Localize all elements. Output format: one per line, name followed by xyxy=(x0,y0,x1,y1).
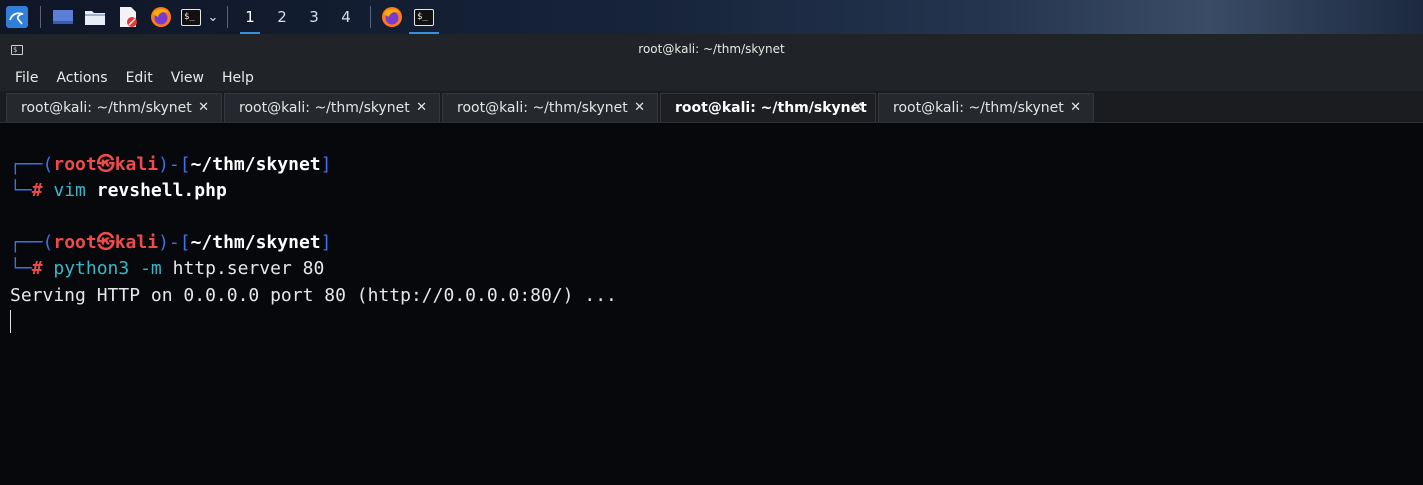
prompt-bracket: ] xyxy=(320,154,332,175)
text-editor-icon[interactable] xyxy=(111,0,145,34)
workspace-1[interactable]: 1 xyxy=(234,0,266,34)
tab-label: root@kali: ~/thm/skynet xyxy=(21,100,192,116)
file-manager-icon[interactable] xyxy=(79,0,111,34)
menu-view[interactable]: View xyxy=(162,70,213,86)
tab-label: root@kali: ~/thm/skynet xyxy=(457,100,628,116)
window-title: root@kali: ~/thm/skynet xyxy=(638,42,785,56)
taskbar-separator xyxy=(40,6,41,28)
tab-label: root@kali: ~/thm/skynet xyxy=(675,100,867,116)
workspace-label: 4 xyxy=(341,8,351,26)
menu-edit[interactable]: Edit xyxy=(117,70,162,86)
tab-2[interactable]: root@kali: ~/thm/skynet ✕ xyxy=(224,93,440,122)
tab-label: root@kali: ~/thm/skynet xyxy=(239,100,410,116)
tab-1[interactable]: root@kali: ~/thm/skynet ✕ xyxy=(6,93,222,122)
tab-3[interactable]: root@kali: ~/thm/skynet ✕ xyxy=(442,93,658,122)
close-icon[interactable]: ✕ xyxy=(416,100,427,115)
workspace-label: 2 xyxy=(277,8,287,26)
show-desktop-icon[interactable] xyxy=(47,0,79,34)
tab-4-active[interactable]: root@kali: ~/thm/skynet ✕ xyxy=(660,93,876,122)
close-icon[interactable]: ✕ xyxy=(198,100,209,115)
taskbar-separator xyxy=(227,6,228,28)
window-titlebar[interactable]: $ root@kali: ~/thm/skynet xyxy=(0,34,1423,64)
command-line-1: └─# vim revshell.php xyxy=(10,180,227,202)
server-output-line: Serving HTTP on 0.0.0.0 port 80 (http://… xyxy=(10,285,617,306)
command-flag: -m xyxy=(140,258,162,279)
command-name: vim xyxy=(53,180,86,201)
close-icon[interactable]: ✕ xyxy=(852,100,863,115)
prompt-hash: # xyxy=(31,180,43,201)
prompt-user-host: root㉿kali xyxy=(53,154,159,175)
prompt-user-host: root㉿kali xyxy=(53,232,159,253)
terminal-glyph: $_ xyxy=(414,8,434,26)
firefox-window-icon[interactable] xyxy=(377,0,407,34)
firefox-icon[interactable] xyxy=(145,0,177,34)
tab-bar: root@kali: ~/thm/skynet ✕ root@kali: ~/t… xyxy=(0,91,1423,123)
prompt-bracket: )-[ xyxy=(158,232,191,253)
chevron-down-icon[interactable]: ⌄ xyxy=(205,0,221,34)
prompt-path: ~/thm/skynet xyxy=(190,232,321,253)
prompt-bracket: )-[ xyxy=(158,154,191,175)
workspace-label: 3 xyxy=(309,8,319,26)
workspace-3[interactable]: 3 xyxy=(298,0,330,34)
terminal-launcher-icon[interactable]: $_ xyxy=(177,0,205,34)
terminal-window-icon[interactable]: $_ xyxy=(407,0,441,34)
terminal-output[interactable]: ┌──(root㉿kali)-[~/thm/skynet] └─# vim re… xyxy=(0,123,1423,485)
workspace-label: 1 xyxy=(245,8,255,26)
prompt-path: ~/thm/skynet xyxy=(190,154,321,175)
dropdown-glyph: ⌄ xyxy=(207,9,219,25)
prompt-hash: # xyxy=(31,258,43,279)
close-icon[interactable]: ✕ xyxy=(634,100,645,115)
terminal-glyph: $_ xyxy=(181,8,201,26)
command-args: http.server 80 xyxy=(172,258,325,279)
menu-file[interactable]: File xyxy=(6,70,47,86)
command-args: revshell.php xyxy=(96,180,227,201)
prompt-line-2: ┌──(root㉿kali)-[~/thm/skynet] xyxy=(10,232,331,254)
prompt-bracket: └─ xyxy=(10,258,32,279)
command-name: python3 xyxy=(53,258,130,279)
prompt-bracket: ┌──( xyxy=(10,154,54,175)
prompt-bracket: ] xyxy=(320,232,332,253)
prompt-bracket: └─ xyxy=(10,180,32,201)
taskbar-separator xyxy=(370,6,371,28)
close-icon[interactable]: ✕ xyxy=(1070,100,1081,115)
workspace-2[interactable]: 2 xyxy=(266,0,298,34)
prompt-bracket: ┌──( xyxy=(10,232,54,253)
text-cursor xyxy=(10,310,11,333)
menu-actions[interactable]: Actions xyxy=(47,70,116,86)
tab-label: root@kali: ~/thm/skynet xyxy=(893,100,1064,116)
tab-5[interactable]: root@kali: ~/thm/skynet ✕ xyxy=(878,93,1094,122)
menu-help[interactable]: Help xyxy=(213,70,263,86)
prompt-line-1: ┌──(root㉿kali)-[~/thm/skynet] xyxy=(10,154,331,176)
taskbar: $_ ⌄ 1 2 3 4 $_ xyxy=(0,0,1423,34)
workspace-4[interactable]: 4 xyxy=(330,0,362,34)
kali-menu-icon[interactable] xyxy=(0,0,34,34)
command-line-2: └─# python3 -m http.server 80 xyxy=(10,258,324,280)
menu-bar: File Actions Edit View Help xyxy=(0,64,1423,91)
